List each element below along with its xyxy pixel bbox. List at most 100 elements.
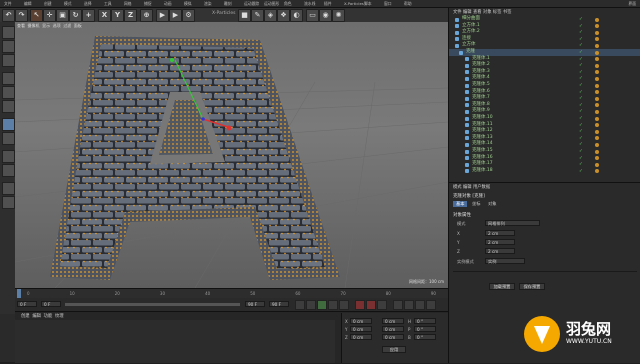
menu-item[interactable]: 雕刻 [224,1,232,7]
next-key-button[interactable] [328,300,338,310]
tag-icon[interactable] [595,96,599,101]
z-axis-button[interactable]: Z [124,9,137,22]
tag-icon[interactable] [595,50,599,55]
object-row[interactable]: 克隆体.18 ✓ [449,168,640,175]
object-row[interactable]: 克隆体.5 ✓ [449,82,640,89]
tag-icon[interactable] [595,129,599,134]
viewport-menu[interactable]: 查看 摄像机 显示 选项 过滤 面板 [17,23,82,29]
object-row[interactable]: 克隆体.10 ✓ [449,115,640,122]
texture-mode-button[interactable] [2,54,15,67]
menu-item[interactable]: 创建 [44,1,52,7]
tag-icon[interactable] [595,57,599,62]
rot-h-field[interactable]: 0 ° [414,318,436,324]
object-row[interactable]: 连接 ✓ [449,36,640,43]
frame-range-slider[interactable] [65,303,240,306]
make-editable-button[interactable] [2,26,15,39]
load-preset-button[interactable]: 加载预置 [489,283,515,290]
axis-mode-button[interactable] [2,118,15,131]
select-tool-button[interactable]: ↖ [30,9,43,22]
tag-icon[interactable] [595,116,599,121]
record-button[interactable] [355,300,365,310]
count-x-field[interactable]: 2 cm [485,230,515,236]
edges-mode-button[interactable] [2,86,15,99]
tag-icon[interactable] [595,109,599,114]
frame-end-field[interactable]: 90 F [245,301,265,307]
scale-tool-button[interactable]: ▣ [56,9,69,22]
polygons-mode-button[interactable] [2,100,15,113]
position-key-button[interactable] [393,300,403,310]
tag-icon[interactable] [595,136,599,141]
autokey-button[interactable] [366,300,376,310]
lock-workplane-button[interactable] [2,182,15,195]
menu-item[interactable]: 运动图形 [264,1,279,7]
tag-icon[interactable] [595,43,599,48]
layout-label[interactable]: 界面 [628,1,636,7]
y-axis-button[interactable]: Y [111,9,124,22]
menu-item[interactable]: 运动跟踪 [244,1,259,7]
redo-button[interactable]: ↷ [15,9,28,22]
apply-button[interactable]: 应用 [382,346,406,353]
param-key-button[interactable] [426,300,436,310]
prev-key-button[interactable] [306,300,316,310]
object-row[interactable]: 克隆体.17 ✓ [449,161,640,168]
tag-icon[interactable] [595,149,599,154]
deformer-button[interactable]: ◐ [290,9,303,22]
go-end-button[interactable] [339,300,349,310]
menu-item[interactable]: 捕捉 [144,1,152,7]
points-mode-button[interactable] [2,72,15,85]
tag-icon[interactable] [595,103,599,108]
menu-item[interactable]: 模式 [64,1,72,7]
instance-mode-select[interactable]: 实例 [485,258,525,264]
tweak-mode-button[interactable] [2,132,15,145]
tag-icon[interactable] [595,17,599,22]
tag-icon[interactable] [595,63,599,68]
render-view-button[interactable]: ▶ [156,9,169,22]
floor-button[interactable]: ▭ [306,9,319,22]
pos-x-field[interactable]: 0 cm [350,318,372,324]
render-settings-button[interactable]: ⚙ [182,9,195,22]
tag-icon[interactable] [595,90,599,95]
play-button[interactable] [317,300,327,310]
tab-coord[interactable]: 坐标 [469,201,483,207]
object-row[interactable]: 克隆体.7 ✓ [449,95,640,102]
tag-icon[interactable] [595,142,599,147]
object-row[interactable]: 克隆体.14 ✓ [449,141,640,148]
menu-item[interactable]: 窗口 [384,1,392,7]
camera-button[interactable]: ◉ [319,9,332,22]
menu-item[interactable]: 模拟 [184,1,192,7]
cube-button[interactable]: ■ [238,9,251,22]
solo-button[interactable] [2,196,15,209]
menu-item[interactable]: 动画 [164,1,172,7]
visibility-check-icon[interactable]: ✓ [579,169,583,176]
menu-item[interactable]: 脚本 [364,1,372,7]
3d-viewport[interactable]: 查看 摄像机 显示 选项 过滤 面板 网格间距：100 cm [15,22,448,288]
rotate-tool-button[interactable]: ↻ [69,9,82,22]
tag-icon[interactable] [595,30,599,35]
count-z-field[interactable]: 2 cm [485,248,515,254]
menu-item[interactable]: 渲染 [204,1,212,7]
object-row[interactable]: 克隆 ✓ [449,49,640,56]
tag-icon[interactable] [595,83,599,88]
move-tool-button[interactable]: ✛ [43,9,56,22]
object-row[interactable]: 克隆体.9 ✓ [449,108,640,115]
pos-z-field[interactable]: 0 cm [350,334,372,340]
add-tool-button[interactable]: + [82,9,95,22]
material-manager[interactable] [15,320,335,363]
count-y-field[interactable]: 2 cm [485,239,515,245]
subdivision-button[interactable]: ◈ [264,9,277,22]
mode-select[interactable]: 网格排列 [485,220,540,226]
tag-icon[interactable] [595,24,599,29]
object-row[interactable]: 克隆体.15 ✓ [449,148,640,155]
tag-icon[interactable] [595,169,599,174]
size-z-field[interactable]: 0 cm [382,334,404,340]
object-row[interactable]: 克隆体.12 ✓ [449,128,640,135]
cloner-button[interactable]: ❖ [277,9,290,22]
size-y-field[interactable]: 0 cm [382,326,404,332]
object-row[interactable]: 细分曲面 ✓ [449,16,640,23]
light-button[interactable]: ✺ [332,9,345,22]
rot-p-field[interactable]: 0 ° [414,326,436,332]
render-picture-button[interactable]: ▶ [169,9,182,22]
menu-item[interactable]: 文件 [4,1,12,7]
tag-icon[interactable] [595,37,599,42]
menu-item[interactable]: 网格 [124,1,132,7]
